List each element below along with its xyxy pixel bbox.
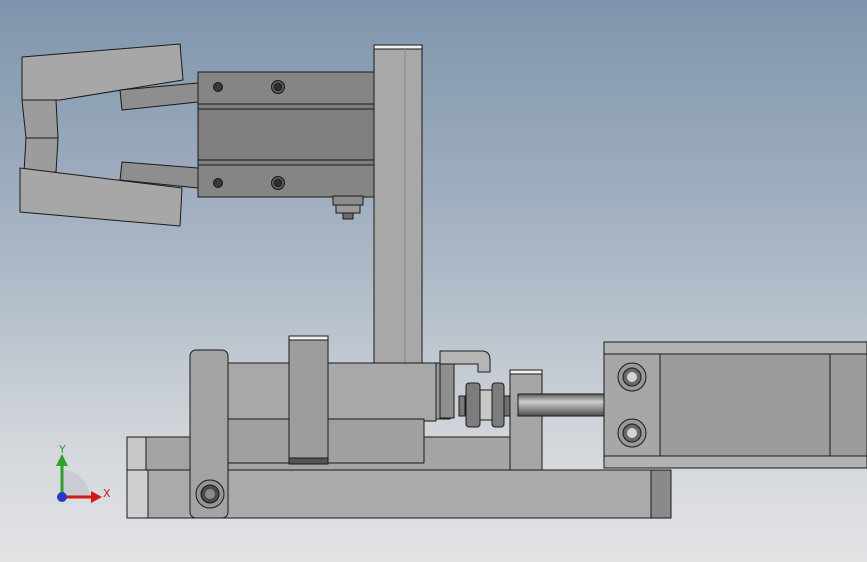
triad-arc-icon [62,470,90,497]
pneumatic-cylinder [603,341,867,469]
coordinate-triad[interactable]: Y X [56,443,111,503]
hex-nut [332,195,364,220]
bolt-socket-center-icon [205,489,215,499]
screw-hole-icon [274,179,282,187]
piston-rod [517,393,607,417]
x-axis-arrow-icon [91,491,102,503]
vertical-mount-plate [373,44,423,368]
port-icon [627,372,637,382]
port-icon [627,428,637,438]
slide-block [227,362,451,464]
screw-hole-icon [213,178,223,188]
assembly-drawing[interactable]: Y X [0,0,867,562]
clamp-bracket [288,335,329,465]
z-axis-icon [57,492,67,502]
gripper-upper-jaw [21,43,199,139]
cad-viewport[interactable]: Y X [0,0,867,562]
cylinder-mount-bracket [509,369,543,471]
gripper-body [197,71,375,198]
screw-hole-icon [213,82,223,92]
x-axis-label: X [103,487,111,500]
y-axis-label: Y [58,443,66,456]
gripper-lower-jaw [19,137,199,227]
screw-hole-icon [274,83,282,91]
